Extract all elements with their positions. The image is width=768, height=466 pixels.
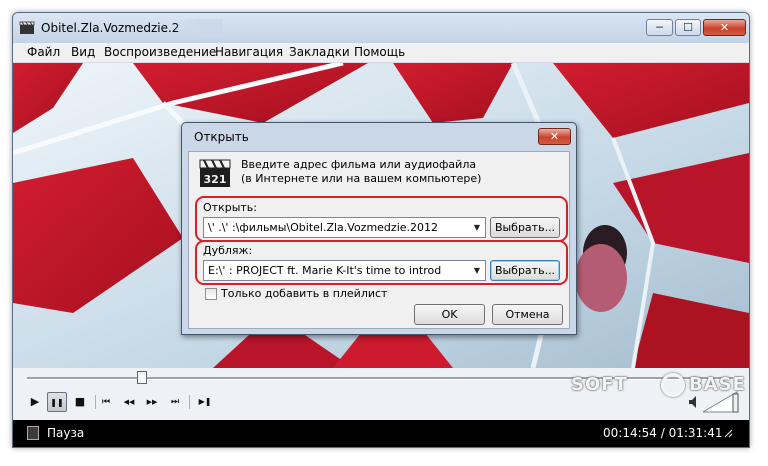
minimize-icon: ─ [656,21,663,34]
dub-browse-button[interactable]: Выбрать... [490,260,560,281]
forward-icon: ▶▶ [146,398,158,406]
close-icon: ✕ [719,21,730,34]
maximize-button[interactable]: ☐ [675,19,701,36]
playlist-only-checkbox[interactable] [205,288,217,300]
speaker-icon[interactable] [685,392,705,412]
open-dialog: Открыть ✕ 321 Введите адрес фильма или а… [181,122,577,335]
pause-icon: ❚❚ [50,398,64,407]
forward-button[interactable]: ▶▶ [142,392,162,412]
chevron-down-icon[interactable]: ▼ [472,221,482,235]
stop-icon: ■ [74,395,86,408]
chevron-down-icon[interactable]: ▼ [472,264,482,278]
prompt-line-2: (в Интернете или на вашем компьютере) [241,172,482,185]
menu-bar: Файл Вид Воспроизведение Навигация Закла… [13,43,749,63]
speaker-glyph [689,396,696,408]
menu-bookmarks[interactable]: Закладки [289,45,350,59]
dialog-body: 321 Введите адрес фильма или аудиофайла … [188,151,570,329]
dialog-close-button[interactable]: ✕ [538,128,571,145]
watermark-left: SOFT [571,374,628,395]
menu-help[interactable]: Помощь [354,45,405,59]
rewind-button[interactable]: ◀◀ [119,392,139,412]
previous-icon: ⏮ [101,397,111,407]
volume-slider[interactable] [703,390,741,414]
playback-controls: ▶ ❚❚ ■ ⏮ ◀◀ ▶▶ ⏭ ▶❚ SOFT BASE [13,368,749,420]
menu-navigation[interactable]: Навигация [215,45,283,59]
pause-button[interactable]: ❚❚ [47,392,67,412]
svg-text:321: 321 [204,173,227,186]
window-title: Obitel.Zla.Vozmedzie.2 [41,21,180,35]
open-browse-button[interactable]: Выбрать... [490,217,560,238]
play-icon: ▶ [30,395,40,408]
next-button[interactable]: ⏭ [165,392,185,412]
seek-thumb[interactable] [137,371,148,384]
playlist-only-label[interactable]: Только добавить в плейлист [221,287,387,300]
dub-path-value: E:\' : PROJECT ft. Marie K-It's time to … [208,264,442,277]
prompt-line-1: Введите адрес фильма или аудиофайла [241,158,477,171]
title-blur [173,19,223,37]
media-player-icon: 321 [199,159,231,187]
open-path-value: \' .\' :\фильмы\Obitel.Zla.Vozmedzie.201… [208,221,439,234]
cancel-button[interactable]: Отмена [492,304,563,325]
minimize-button[interactable]: ─ [646,19,673,36]
resize-grip-icon[interactable] [719,424,735,442]
maximize-icon: ☐ [683,21,693,34]
play-button[interactable]: ▶ [25,392,45,412]
frame-step-button[interactable]: ▶❚ [195,392,215,412]
film-icon [27,426,39,440]
next-icon: ⏭ [170,397,180,407]
clapperboard-icon [19,21,35,34]
status-bar: Пауза 00:14:54 / 01:31:41 [13,420,749,447]
frame-step-icon: ▶❚ [198,397,212,406]
watermark-ring [661,373,685,397]
stop-button[interactable]: ■ [70,392,90,412]
time-display: 00:14:54 / 01:31:41 [603,426,723,440]
ok-button[interactable]: OK [414,304,485,325]
close-button[interactable]: ✕ [703,19,746,36]
menu-view[interactable]: Вид [71,45,95,59]
rewind-icon: ◀◀ [123,398,135,406]
dub-label: Дубляж: [203,244,253,257]
open-path-combo[interactable]: \' .\' :\фильмы\Obitel.Zla.Vozmedzie.201… [203,217,486,238]
dialog-title: Открыть [194,130,249,144]
status-text: Пауза [47,426,85,440]
menu-file[interactable]: Файл [27,45,60,59]
open-label: Открыть: [203,201,257,214]
previous-button[interactable]: ⏮ [96,392,116,412]
title-bar[interactable]: Obitel.Zla.Vozmedzie.2 ─ ☐ ✕ [13,13,749,43]
menu-playback[interactable]: Воспроизведение [104,45,216,59]
separator [189,395,190,409]
close-icon: ✕ [549,130,560,143]
dub-path-combo[interactable]: E:\' : PROJECT ft. Marie K-It's time to … [203,260,486,281]
